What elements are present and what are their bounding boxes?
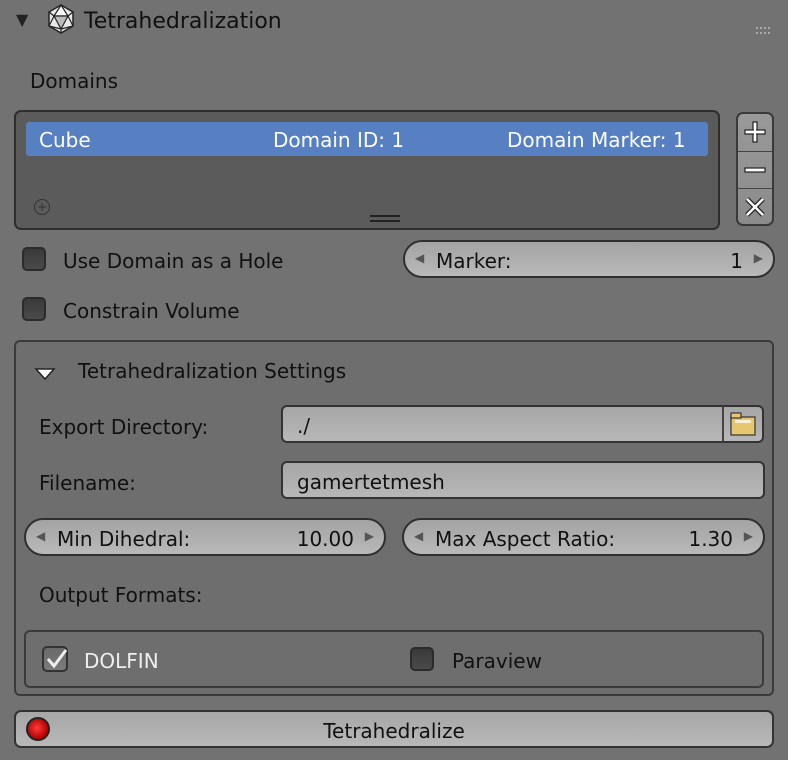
max-aspect-value: 1.30 [688, 527, 733, 551]
min-dihedral-label: Min Dihedral: [57, 527, 191, 551]
increment-arrow-icon[interactable]: ▶ [754, 251, 763, 265]
min-dihedral-value: 10.00 [296, 527, 354, 551]
clear-domains-button[interactable] [738, 188, 772, 226]
triangle-down-icon[interactable]: ▼ [16, 10, 28, 29]
remove-domain-button[interactable] [738, 151, 772, 189]
min-dihedral-field[interactable]: ◀ Min Dihedral: 10.00 ▶ [24, 518, 386, 556]
add-domain-button[interactable] [738, 114, 772, 151]
x-icon [745, 197, 765, 217]
domains-label: Domains [30, 69, 119, 93]
output-formats-label: Output Formats: [39, 583, 203, 607]
list-resize-grip-icon[interactable] [370, 204, 400, 222]
export-dir-input[interactable]: ./ [281, 405, 725, 443]
triangle-down-outline-icon[interactable] [34, 362, 56, 386]
decrement-arrow-icon[interactable]: ◀ [415, 251, 424, 265]
export-dir-label: Export Directory: [39, 415, 209, 439]
domain-marker: Domain Marker: 1 [507, 128, 686, 152]
minus-icon [744, 167, 766, 173]
marker-label: Marker: [436, 249, 512, 273]
constrain-volume-checkbox[interactable] [22, 297, 46, 321]
decrement-arrow-icon[interactable]: ◀ [36, 529, 45, 543]
folder-icon [730, 412, 756, 436]
drag-grip-icon[interactable] [756, 16, 770, 40]
domain-id: Domain ID: 1 [273, 128, 405, 152]
decrement-arrow-icon[interactable]: ◀ [414, 529, 423, 543]
filename-input[interactable]: gamertetmesh [281, 461, 765, 499]
list-expand-icon[interactable]: + [34, 199, 50, 215]
max-aspect-label: Max Aspect Ratio: [435, 527, 616, 551]
max-aspect-ratio-field[interactable]: ◀ Max Aspect Ratio: 1.30 ▶ [402, 518, 765, 556]
paraview-label: Paraview [452, 649, 542, 673]
marker-field[interactable]: ◀ Marker: 1 ▶ [403, 240, 775, 278]
increment-arrow-icon[interactable]: ▶ [744, 529, 753, 543]
settings-title[interactable]: Tetrahedralization Settings [78, 359, 346, 383]
panel-title: Tetrahedralization [84, 9, 282, 34]
list-item[interactable]: Cube Domain ID: 1 Domain Marker: 1 [26, 122, 708, 156]
dolfin-label: DOLFIN [84, 649, 159, 673]
filename-value: gamertetmesh [297, 470, 445, 494]
increment-arrow-icon[interactable]: ▶ [365, 529, 374, 543]
browse-folder-button[interactable] [722, 405, 764, 443]
plus-icon [744, 121, 766, 143]
panel-header[interactable]: ▼ Tetrahedralization [0, 0, 788, 44]
dolfin-checkbox[interactable] [42, 646, 68, 672]
tetrahedralize-button[interactable]: Tetrahedralize [14, 710, 774, 748]
paraview-checkbox[interactable] [410, 647, 434, 671]
checkmark-icon [46, 649, 67, 669]
tetrahedralize-label: Tetrahedralize [323, 719, 465, 743]
domain-name: Cube [39, 128, 91, 152]
constrain-volume-label: Constrain Volume [63, 299, 240, 323]
use-hole-checkbox[interactable] [22, 247, 46, 271]
marker-value: 1 [730, 249, 743, 273]
icosphere-icon [46, 3, 76, 40]
use-hole-label: Use Domain as a Hole [63, 249, 284, 273]
filename-label: Filename: [39, 471, 136, 495]
export-dir-value: ./ [297, 414, 311, 438]
domain-actions [736, 112, 774, 226]
